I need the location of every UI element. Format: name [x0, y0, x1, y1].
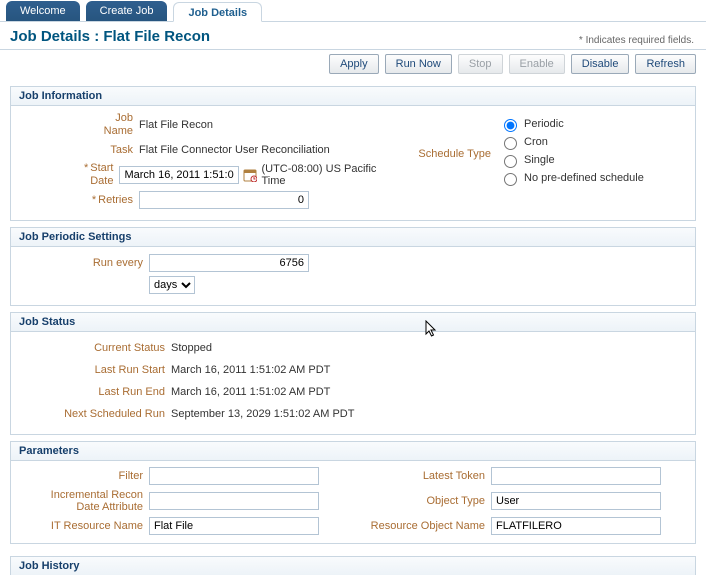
- filter-input[interactable]: [149, 467, 319, 485]
- radio-single[interactable]: [504, 155, 517, 168]
- value-job-name: Flat File Recon: [139, 119, 213, 131]
- label-resource-object-name: Resource Object Name: [361, 520, 491, 532]
- apply-button[interactable]: Apply: [329, 54, 379, 74]
- radio-periodic[interactable]: [504, 119, 517, 132]
- latest-token-input[interactable]: [491, 467, 661, 485]
- radio-periodic-label: Periodic: [524, 118, 564, 130]
- radio-none[interactable]: [504, 173, 517, 186]
- label-current-status: Current Status: [19, 342, 171, 355]
- label-task: Task: [19, 144, 139, 157]
- radio-cron[interactable]: [504, 137, 517, 150]
- label-next-scheduled-run: Next Scheduled Run: [19, 408, 171, 421]
- resource-object-name-input[interactable]: [491, 517, 661, 535]
- label-last-run-start: Last Run Start: [19, 364, 171, 377]
- run-every-input[interactable]: [149, 254, 309, 272]
- disable-button[interactable]: Disable: [571, 54, 630, 74]
- toolbar: * Indicates required fields. Apply Run N…: [0, 50, 706, 80]
- value-timezone: (UTC-08:00) US Pacific Time: [261, 163, 379, 187]
- label-schedule-type: Schedule Type: [389, 148, 499, 160]
- tab-welcome[interactable]: Welcome: [6, 1, 80, 21]
- radio-single-label: Single: [524, 154, 555, 166]
- label-run-every: Run every: [19, 257, 149, 270]
- tab-bar: Welcome Create Job Job Details: [0, 0, 706, 22]
- section-job-information: Job Information: [10, 86, 696, 105]
- object-type-input[interactable]: [491, 492, 661, 510]
- enable-button: Enable: [509, 54, 565, 74]
- section-periodic: Job Periodic Settings: [10, 227, 696, 246]
- label-object-type: Object Type: [361, 495, 491, 507]
- retries-input[interactable]: [139, 191, 309, 209]
- tab-job-details[interactable]: Job Details: [173, 2, 262, 22]
- it-resource-name-input[interactable]: [149, 517, 319, 535]
- radio-cron-label: Cron: [524, 136, 548, 148]
- label-filter: Filter: [19, 470, 149, 482]
- section-parameters: Parameters: [10, 441, 696, 460]
- required-note: * Indicates required fields.: [579, 35, 694, 46]
- calendar-icon[interactable]: [243, 167, 257, 183]
- stop-button: Stop: [458, 54, 503, 74]
- value-last-run-start: March 16, 2011 1:51:02 AM PDT: [171, 364, 330, 376]
- radio-none-label: No pre-defined schedule: [524, 172, 644, 184]
- value-next-scheduled-run: September 13, 2029 1:51:02 AM PDT: [171, 408, 354, 420]
- label-it-resource-name: IT Resource Name: [19, 520, 149, 532]
- section-status: Job Status: [10, 312, 696, 331]
- incremental-recon-input[interactable]: [149, 492, 319, 510]
- tab-create-job[interactable]: Create Job: [86, 1, 168, 21]
- value-last-run-end: March 16, 2011 1:51:02 AM PDT: [171, 386, 330, 398]
- value-current-status: Stopped: [171, 342, 212, 354]
- label-start-date: *Start Date: [19, 162, 119, 188]
- label-retries: *Retries: [19, 194, 139, 207]
- run-now-button[interactable]: Run Now: [385, 54, 452, 74]
- run-every-unit-select[interactable]: days: [149, 276, 195, 294]
- schedule-type-group: Periodic Cron Single No pre-defined: [499, 116, 644, 186]
- value-task: Flat File Connector User Reconciliation: [139, 144, 330, 156]
- start-date-input[interactable]: [119, 166, 239, 184]
- section-job-history: Job History: [10, 556, 696, 575]
- label-incremental-recon: Incremental Recon Date Attribute: [19, 489, 149, 513]
- label-latest-token: Latest Token: [361, 470, 491, 482]
- label-job-name: Job Name: [19, 112, 139, 138]
- refresh-button[interactable]: Refresh: [635, 54, 696, 74]
- label-last-run-end: Last Run End: [19, 386, 171, 399]
